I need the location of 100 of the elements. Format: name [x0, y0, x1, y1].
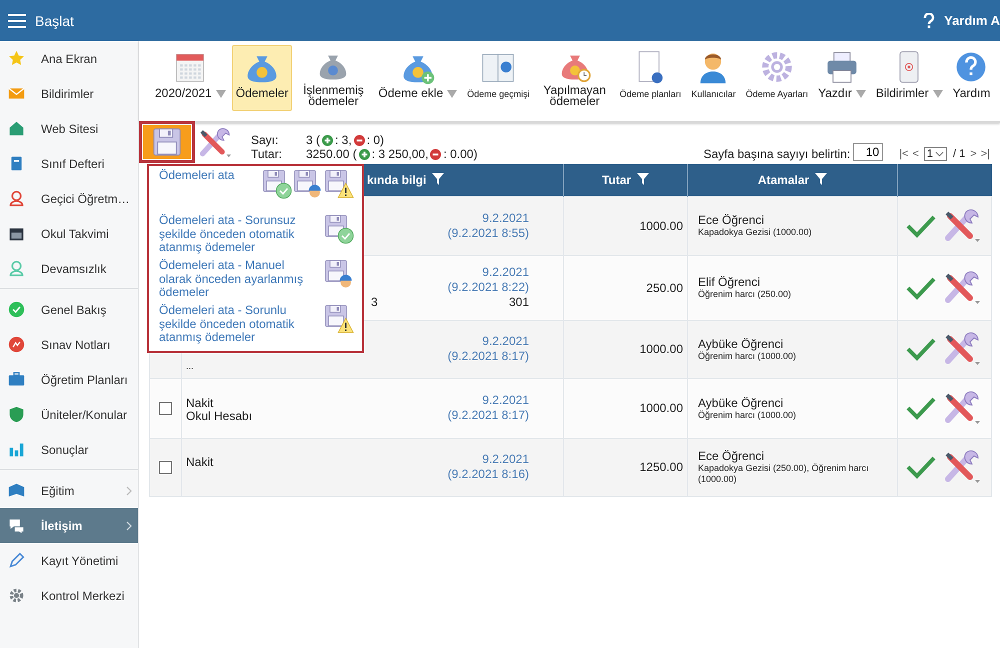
floppy-icon — [152, 127, 182, 157]
page-select[interactable]: 1 — [924, 147, 948, 161]
plus-icon — [358, 148, 370, 160]
help-link[interactable]: Yardım A — [944, 13, 1000, 28]
toolbar-button[interactable]: Ödeme ekle — [374, 45, 462, 111]
last-page-link[interactable]: >| — [980, 147, 990, 161]
ellipsis-mark: ... — [186, 361, 194, 371]
assignment-detail: Kapadokya Gezisi (250.00), Öğrenim harcı (1000.00) — [698, 463, 870, 485]
toolbar-button[interactable]: İşlenmemiş ödemeler — [294, 45, 372, 111]
payment-method: Nakit — [186, 397, 214, 410]
chevron-right-icon — [126, 486, 132, 496]
sidebar-item[interactable]: Kayıt Yönetimi — [0, 543, 138, 578]
assignment-detail: Öğrenim harcı (1000.00) — [698, 410, 798, 420]
help-icon[interactable] — [923, 12, 936, 28]
person-icon — [8, 260, 25, 277]
summary-label: Tutar: — [251, 147, 283, 161]
caret-icon — [856, 90, 866, 98]
chat-icon — [8, 517, 25, 534]
minus-icon — [430, 148, 442, 160]
gear-icon — [8, 587, 25, 604]
sidebar-item[interactable]: Sonuçlar — [0, 432, 138, 467]
toolbar-button[interactable]: 2020/2021 — [151, 45, 230, 111]
floppy-warning-icon — [324, 169, 354, 199]
tools-icon[interactable] — [197, 127, 233, 159]
column-header[interactable]: Atamalar — [688, 164, 898, 196]
payment-date: 9.2.2021 — [482, 210, 529, 226]
sidebar-item[interactable]: Bildirimler — [0, 76, 138, 111]
save-button[interactable] — [143, 125, 191, 159]
bar-chart-icon — [8, 441, 25, 458]
toolbar-button[interactable]: Ödemeler — [232, 45, 292, 111]
sidebar-item[interactable]: Kontrol Merkezi — [0, 578, 138, 613]
amount: 1000.00 — [640, 342, 683, 356]
sidebar-item[interactable]: Genel Bakış — [0, 292, 138, 327]
summary-value: : 3 250,00, — [372, 147, 428, 161]
next-page-link[interactable]: > — [970, 147, 977, 161]
checkmark-icon[interactable] — [906, 337, 936, 361]
assignee-name: Aybüke Öğrenci — [698, 396, 784, 410]
toolbar-button[interactable]: Bildirimler — [872, 45, 947, 111]
sidebar-item[interactable]: Geçici Öğretm… — [0, 181, 138, 216]
toolbar-button[interactable]: Yardım — [948, 45, 994, 111]
reference-number: 301 — [508, 295, 529, 310]
tools-icon[interactable] — [942, 390, 982, 426]
filter-icon[interactable] — [815, 172, 828, 185]
sidebar-item[interactable]: Eğitim — [0, 473, 138, 508]
column-header[interactable]: Tutar — [564, 164, 688, 196]
toolbar-button[interactable]: Kullanıcılar — [687, 45, 740, 111]
sidebar-item[interactable]: İletişim — [0, 508, 138, 543]
filter-icon[interactable] — [637, 172, 650, 185]
plus-icon — [322, 134, 334, 146]
caret-icon — [216, 90, 226, 98]
payment-date: 9.2.2021 — [482, 393, 529, 408]
sidebar-item[interactable]: Devamsızlık — [0, 251, 138, 286]
payment-date: 9.2.2021 — [482, 334, 529, 349]
summary-value: 3 ( — [306, 133, 320, 147]
sidebar-item[interactable]: Okul Takvimi — [0, 216, 138, 251]
chevron-down-icon — [935, 151, 944, 157]
toolbar-button[interactable]: Ödeme Ayarları — [742, 45, 812, 111]
toolbar-button[interactable]: Ödeme planları — [616, 45, 686, 111]
previous-page-link[interactable]: < — [912, 147, 919, 161]
per-page-field[interactable]: 10 — [853, 143, 884, 161]
person-icon — [8, 190, 25, 207]
menu-item[interactable]: Ödemeleri ata - Sorunsuz şekilde önceden otomatik atanmış ödemeler — [159, 214, 309, 254]
payment-date: 9.2.2021 — [482, 452, 529, 467]
menu-item[interactable]: Ödemeleri ata - Manuel olarak önceden ayarlanmış ödemeler — [159, 259, 309, 300]
summary-value: : 0.00) — [443, 147, 478, 161]
row-checkbox[interactable] — [159, 402, 172, 416]
assignee-name: Elif Öğrenci — [698, 275, 762, 289]
minus-icon — [354, 134, 365, 146]
sidebar-item[interactable]: Ana Ekran — [0, 41, 138, 76]
assignment-detail: Öğrenim harcı (250.00) — [698, 289, 792, 300]
row-checkbox[interactable] — [159, 461, 172, 474]
toolbar-button[interactable]: Yapılmayan ödemeler — [536, 45, 614, 111]
menu-icon[interactable] — [8, 14, 26, 28]
app-title: Başlat — [35, 12, 74, 28]
page-count: / 1 — [953, 147, 966, 161]
caret-icon — [447, 90, 458, 98]
sidebar-item[interactable]: Sınıf Defteri — [0, 146, 138, 181]
menu-item[interactable]: Ödemeleri ata - Sorunlu şekilde önceden otomatik atanmış ödemeler — [159, 304, 309, 344]
toolbar-button[interactable]: Ödeme geçmişi — [463, 45, 534, 111]
toolbar-button[interactable]: Yazdır — [814, 45, 870, 111]
first-page-link[interactable]: |< — [899, 147, 908, 161]
assignee-name: Ece Öğrenci — [698, 213, 766, 227]
checkmark-icon[interactable] — [906, 455, 936, 479]
amount: 250.00 — [646, 280, 683, 294]
tools-icon[interactable] — [942, 331, 982, 367]
checkmark-icon[interactable] — [906, 214, 936, 238]
briefcase-icon — [8, 371, 25, 388]
sidebar-item[interactable]: Sınav Notları — [0, 327, 138, 362]
sidebar-item[interactable]: Üniteler/Konular — [0, 397, 138, 432]
checkmark-icon[interactable] — [906, 396, 936, 420]
floppy-check-icon — [262, 169, 292, 199]
filter-icon[interactable] — [432, 172, 444, 185]
assignment-detail: Öğrenim harcı (1000.00) — [698, 350, 798, 362]
payment-datetime: (9.2.2021 8:17) — [448, 408, 529, 423]
checkmark-icon[interactable] — [906, 276, 936, 300]
tools-icon[interactable] — [942, 208, 982, 244]
sidebar-item[interactable]: Öğretim Planları — [0, 362, 138, 397]
sidebar-item[interactable]: Web Sitesi — [0, 111, 138, 146]
tools-icon[interactable] — [942, 449, 982, 485]
tools-icon[interactable] — [942, 270, 982, 306]
